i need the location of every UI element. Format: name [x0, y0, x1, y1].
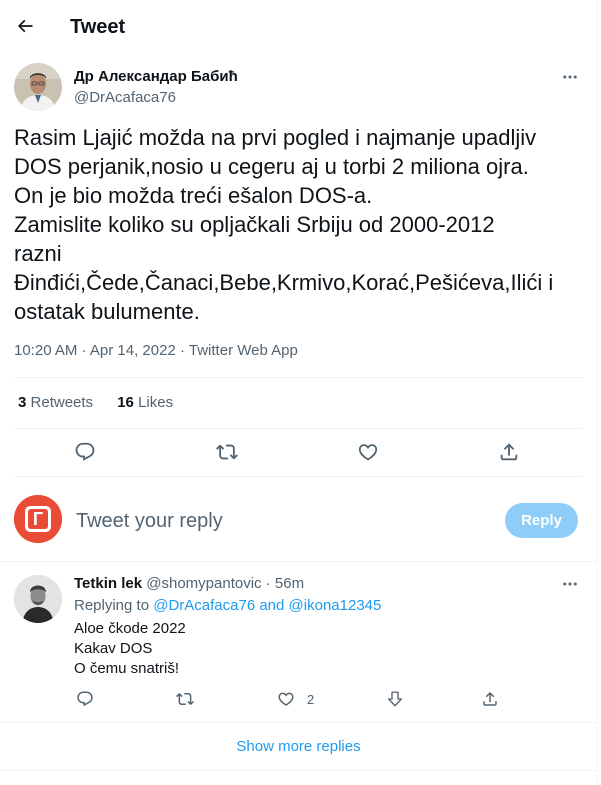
tweet-date[interactable]: Apr 14, 2022	[90, 342, 176, 359]
tweet-more-button[interactable]	[555, 62, 585, 92]
author-handle[interactable]: @DrAcafaca76	[74, 88, 176, 108]
reply-author-name[interactable]: Tetkin lek	[74, 575, 142, 592]
retweet-icon	[216, 444, 238, 460]
reply-author-avatar[interactable]	[14, 575, 62, 623]
reply-share-button[interactable]	[481, 686, 499, 712]
reply-reply-button[interactable]	[76, 686, 94, 712]
reply-icon	[77, 691, 93, 707]
tweet-text-line: Zamislite koliko su opljačkali Srbiju od…	[14, 212, 495, 237]
divider	[0, 561, 597, 562]
back-button[interactable]	[8, 9, 42, 43]
divider	[14, 428, 583, 429]
retweet-button[interactable]	[209, 434, 245, 470]
divider	[0, 770, 597, 771]
tweet-text-line: ostatak bulumente.	[14, 299, 200, 324]
replying-to-prefix: Replying to	[74, 597, 150, 614]
like-button[interactable]	[350, 434, 386, 470]
retweets-label: Retweets	[30, 394, 94, 411]
tweet-meta: 10:20 AM · Apr 14, 2022 · Twitter Web Ap…	[14, 341, 298, 361]
current-user-avatar-letter: Г	[32, 508, 44, 529]
tweet-text-line: Rasim Ljajić možda na prvi pogled i najm…	[14, 125, 537, 150]
tweet-text-line: Đinđići,Čede,Čanaci,Bebe,Krmivo,Korać,Pe…	[14, 270, 554, 295]
divider	[14, 377, 583, 378]
header: Tweet	[0, 0, 597, 53]
like-icon	[358, 444, 378, 461]
reply-header: Tetkin lek @shomypantovic · 56m	[74, 574, 304, 594]
back-arrow-icon	[17, 19, 33, 33]
author-name[interactable]: Др Александар Бабић	[74, 67, 238, 87]
reply-input[interactable]	[76, 506, 486, 536]
tweet-text: Rasim Ljajić možda na prvi pogled i najm…	[14, 123, 589, 326]
reply-button[interactable]	[67, 434, 103, 470]
reply-submit-button[interactable]: Reply	[505, 503, 578, 538]
replying-to: Replying to @DrAcafaca76 and @ikona12345	[74, 596, 381, 616]
current-user-avatar[interactable]: Г	[14, 495, 62, 543]
share-icon	[500, 443, 518, 461]
tweet-stats: 3 Retweets 16 Likes	[18, 393, 193, 413]
reply-text-line: Kakav DOS	[74, 640, 153, 657]
reply-time[interactable]: 56m	[275, 575, 304, 592]
share-icon	[483, 691, 497, 706]
retweets-stat[interactable]: 3 Retweets	[18, 393, 93, 413]
show-more-replies-link[interactable]: Show more replies	[0, 722, 597, 770]
tweet-source[interactable]: Twitter Web App	[189, 342, 298, 359]
retweet-icon	[176, 692, 194, 706]
more-icon	[563, 582, 577, 586]
replying-and: and	[259, 597, 285, 614]
meta-separator: ·	[179, 342, 185, 359]
tweet-time[interactable]: 10:20 AM	[14, 342, 77, 359]
reply-retweet-button[interactable]	[176, 686, 194, 712]
like-icon	[278, 692, 294, 706]
likes-count: 16	[117, 394, 134, 411]
downvote-arrow-icon	[387, 691, 403, 707]
tweet-text-line: On je bio možda treći ešalon DOS-a.	[14, 183, 373, 208]
tweet-text-line: DOS perjanik,nosio u cegeru aj u torbi 2…	[14, 154, 529, 179]
mention-link[interactable]: @DrAcafaca76	[153, 597, 255, 614]
retweets-count: 3	[18, 394, 27, 411]
reply-dot: ·	[265, 575, 271, 592]
reply-text-line: Aloe čkode 2022	[74, 620, 186, 637]
author-avatar[interactable]	[14, 63, 62, 111]
reply-text-line: O čemu snatriš!	[74, 660, 180, 677]
reply-icon	[75, 442, 95, 461]
reply-text: Aloe čkode 2022 Kakav DOS O čemu snatriš…	[74, 619, 186, 679]
more-icon	[563, 75, 577, 79]
mention-link[interactable]: @ikona12345	[289, 597, 382, 614]
tweet-column: Tweet Др Александар Бабић @DrAcafaca76 R…	[0, 0, 597, 785]
tweet-text-line: razni	[14, 241, 62, 266]
reply-author-handle[interactable]: @shomypantovic	[146, 575, 261, 592]
reply-downvote-button[interactable]	[386, 686, 404, 712]
page-title: Tweet	[70, 16, 126, 38]
likes-stat[interactable]: 16 Likes	[117, 393, 173, 413]
share-button[interactable]	[491, 434, 527, 470]
reply-like-button[interactable]: 2	[277, 686, 314, 712]
divider	[14, 476, 583, 477]
meta-separator: ·	[81, 342, 87, 359]
likes-label: Likes	[138, 394, 174, 411]
reply-like-count: 2	[307, 691, 315, 707]
reply-more-button[interactable]	[555, 569, 585, 599]
